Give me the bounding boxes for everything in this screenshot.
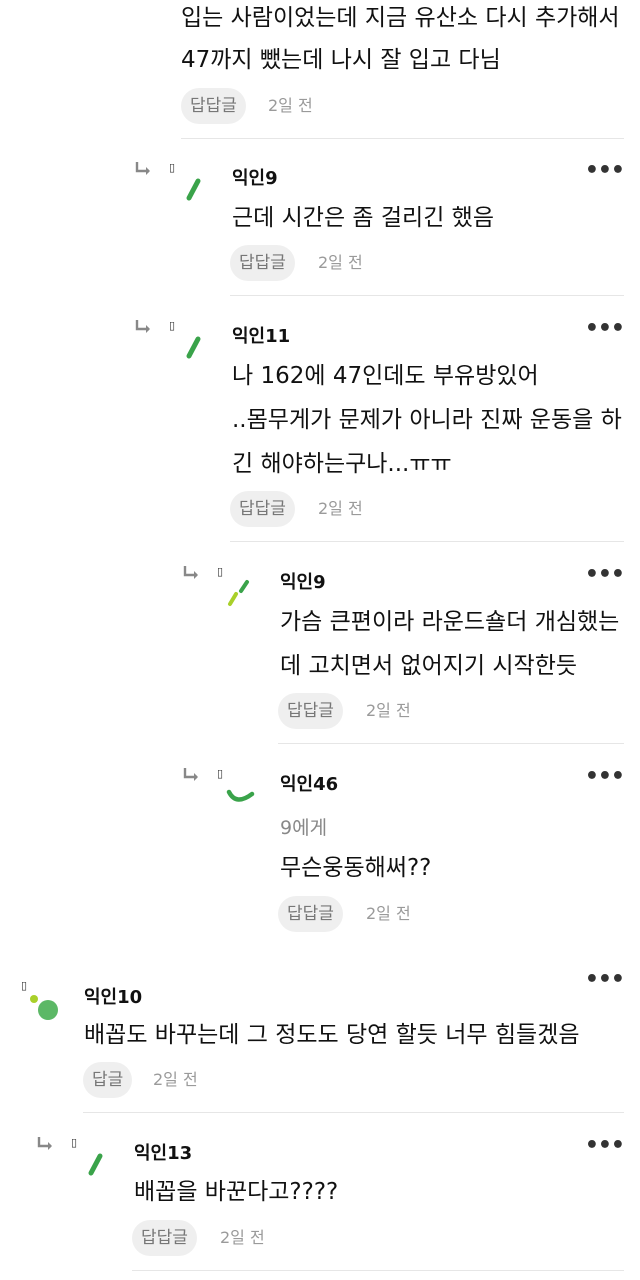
commenter-name: 익인9 [232,168,278,189]
more-options-icon[interactable]: ••• [585,766,625,788]
divider [181,138,624,139]
more-options-icon[interactable]: ••• [585,1135,625,1157]
comment-text-line: 긴 해야하는구나...ㅠㅠ [232,451,452,477]
reply-arrow-icon [183,768,198,781]
commenter-name: 익인13 [134,1143,193,1164]
comment-text-line: 나 162에 47인데도 부유방있어 [232,363,539,389]
avatar [228,580,249,606]
divider [132,1270,624,1271]
avatar [186,336,201,359]
reply-arrow-icon [135,162,150,175]
comment-text-line: 가슴 큰편이라 라운드숄더 개심했는 [280,609,620,635]
reply-button[interactable]: 답글 [83,1062,133,1098]
commenter-name: 익인10 [84,987,143,1008]
comment-text-line: 배꼽도 바꾸는데 그 정도도 당연 할듯 너무 힘들겠음 [84,1022,580,1048]
reply-button[interactable]: 답답글 [132,1220,197,1256]
timestamp: 2일 전 [268,96,313,115]
timestamp: 2일 전 [318,499,363,518]
timestamp: 2일 전 [220,1228,265,1247]
avatar [30,995,58,1020]
avatar-marker: ▯ [169,161,176,174]
divider [278,743,624,744]
comment-text-line: 근데 시간은 좀 걸리긴 했음 [232,205,495,231]
commenter-name: 익인11 [232,326,291,347]
comment-text-line: ..몸무게가 문제가 아니라 진짜 운동을 하 [232,407,622,433]
avatar [226,789,255,802]
timestamp: 2일 전 [366,904,411,923]
reply-button[interactable]: 답답글 [230,491,295,527]
commenter-name: 익인46 [280,774,339,795]
reply-arrow-icon [135,320,150,333]
avatar-marker: ▯ [169,319,176,332]
reply-to-label: 9에게 [280,817,328,839]
comment-text-line: 무슨웅동해써?? [280,855,432,881]
reply-arrow-icon [37,1137,52,1150]
divider [83,1112,624,1113]
avatar [88,1153,103,1176]
avatar [186,178,201,201]
timestamp: 2일 전 [366,701,411,720]
more-options-icon[interactable]: ••• [585,160,625,182]
comment-text-line: 데 고치면서 없어지기 시작한듯 [280,653,578,679]
avatar-marker: ▯ [71,1136,78,1149]
comment-text-line: 47까지 뺐는데 나시 잘 입고 다님 [181,47,501,73]
reply-button[interactable]: 답답글 [278,896,343,932]
more-options-icon[interactable]: ••• [585,318,625,340]
comment-text-line: 배꼽을 바꾼다고???? [134,1179,339,1205]
more-options-icon[interactable]: ••• [585,969,625,991]
timestamp: 2일 전 [153,1070,198,1089]
divider [230,541,624,542]
timestamp: 2일 전 [318,253,363,272]
reply-arrow-icon [183,566,198,579]
avatar-marker: ▯ [217,565,224,578]
comment-text-line: 입는 사람이었는데 지금 유산소 다시 추가해서 [181,5,620,31]
divider [230,295,624,296]
commenter-name: 익인9 [280,572,326,593]
reply-button[interactable]: 답답글 [278,693,343,729]
more-options-icon[interactable]: ••• [585,564,625,586]
reply-button[interactable]: 답답글 [230,245,295,281]
reply-button[interactable]: 답답글 [181,88,246,124]
